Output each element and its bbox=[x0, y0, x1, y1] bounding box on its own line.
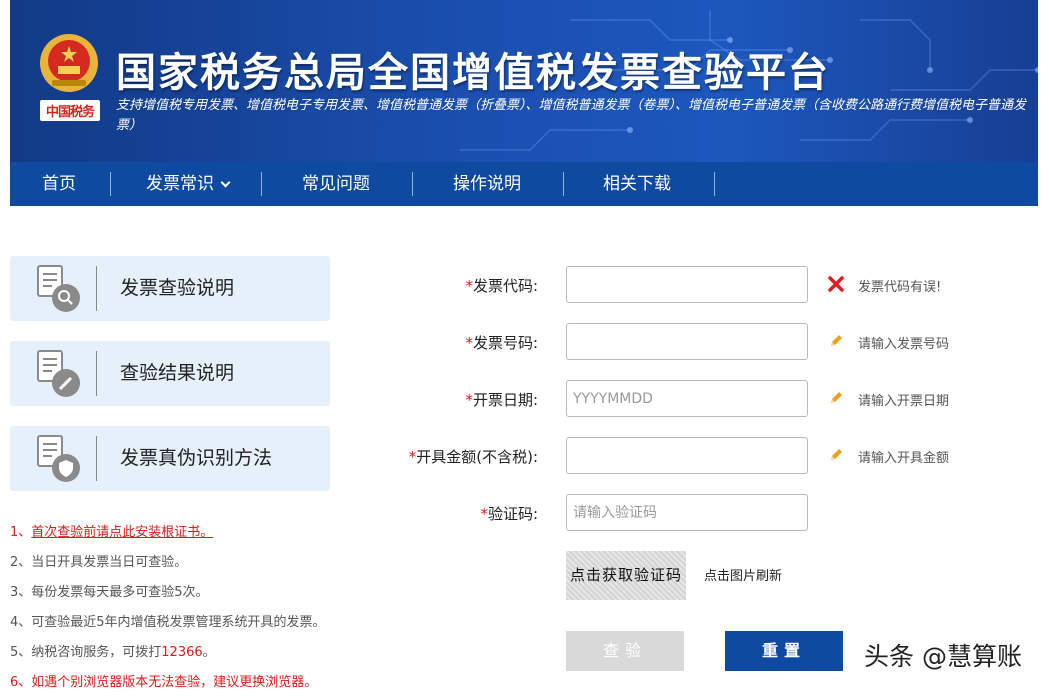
invoice-code-input[interactable] bbox=[566, 266, 808, 303]
nav-invoice-knowledge[interactable]: 发票常识 bbox=[146, 162, 231, 206]
chevron-down-icon bbox=[220, 177, 231, 188]
tax-seal-text: 中国税务 bbox=[40, 100, 100, 121]
notice-item: 5、纳税咨询服务，可拨打12366。 bbox=[10, 645, 216, 660]
nav-downloads[interactable]: 相关下载 bbox=[603, 162, 671, 206]
amount-hint: 请输入开具金额 bbox=[858, 451, 950, 466]
pencil-icon bbox=[831, 449, 842, 460]
notice-item: 1、首次查验前请点此安装根证书。 bbox=[10, 525, 214, 540]
invoice-number-hint: 请输入发票号码 bbox=[858, 337, 950, 352]
notice-list: 1、首次查验前请点此安装根证书。 2、当日开具发票当日可查验。 3、每份发票每天… bbox=[10, 518, 410, 698]
card-invoice-check-guide[interactable]: 发票查验说明 bbox=[10, 256, 330, 321]
captcha-refresh-hint[interactable]: 点击图片刷新 bbox=[704, 565, 782, 584]
card-label: 查验结果说明 bbox=[120, 362, 235, 384]
issue-date-label: *开票日期: bbox=[465, 391, 538, 409]
error-x-icon bbox=[828, 276, 844, 292]
main-nav: 首页 发票常识 常见问题 操作说明 相关下载 bbox=[10, 162, 1038, 206]
invoice-number-input[interactable] bbox=[566, 323, 808, 360]
card-label: 发票真伪识别方法 bbox=[120, 447, 273, 469]
watermark: 头条 @慧算账 bbox=[864, 642, 1022, 671]
nav-divider bbox=[412, 172, 413, 196]
document-shield-icon bbox=[37, 435, 80, 482]
supported-invoice-types: 支持增值税专用发票、增值税电子专用发票、增值税普通发票（折叠票）、增值税普通发票… bbox=[116, 98, 1027, 133]
notice-item: 3、每份发票每天最多可查验5次。 bbox=[10, 585, 209, 600]
nav-home[interactable]: 首页 bbox=[42, 162, 76, 206]
invoice-number-label: *发票号码: bbox=[465, 334, 538, 352]
hotline-number: 12366 bbox=[161, 645, 203, 660]
card-divider bbox=[96, 266, 97, 311]
issue-date-input[interactable] bbox=[566, 380, 808, 417]
card-label: 发票查验说明 bbox=[120, 277, 235, 299]
captcha-label: *验证码: bbox=[480, 505, 538, 523]
install-root-cert-link[interactable]: 首次查验前请点此安装根证书。 bbox=[31, 525, 213, 540]
issue-date-hint: 请输入开票日期 bbox=[858, 394, 950, 409]
national-emblem-icon bbox=[40, 34, 98, 92]
card-divider bbox=[96, 351, 97, 396]
notice-item: 6、如遇个别浏览器版本无法查验，建议更换浏览器。 bbox=[10, 675, 318, 690]
nav-divider bbox=[563, 172, 564, 196]
header-banner: 中国税务 国家税务总局全国增值税发票查验平台 支持增值税专用发票、增值税电子专用… bbox=[10, 0, 1038, 162]
captcha-input[interactable] bbox=[566, 494, 808, 531]
nav-divider bbox=[110, 172, 111, 196]
document-search-icon bbox=[37, 265, 80, 312]
amount-input[interactable] bbox=[566, 437, 808, 474]
nav-faq[interactable]: 常见问题 bbox=[302, 162, 370, 206]
amount-label: *开具金额(不含税): bbox=[408, 448, 538, 466]
invoice-code-error: 发票代码有误! bbox=[858, 280, 942, 295]
nav-divider bbox=[714, 172, 715, 196]
document-edit-icon bbox=[37, 350, 80, 397]
query-button[interactable]: 查验 bbox=[566, 631, 684, 671]
invoice-code-label: *发票代码: bbox=[465, 277, 538, 295]
nav-divider bbox=[261, 172, 262, 196]
captcha-image[interactable]: 点击获取验证码 bbox=[566, 551, 686, 600]
pencil-icon bbox=[831, 335, 842, 346]
card-result-guide[interactable]: 查验结果说明 bbox=[10, 341, 330, 406]
card-divider bbox=[96, 436, 97, 481]
page-title: 国家税务总局全国增值税发票查验平台 bbox=[116, 50, 830, 96]
nav-instructions[interactable]: 操作说明 bbox=[453, 162, 521, 206]
notice-item: 4、可查验最近5年内增值税发票管理系统开具的发票。 bbox=[10, 615, 326, 630]
card-authenticity-methods[interactable]: 发票真伪识别方法 bbox=[10, 426, 330, 491]
notice-item: 2、当日开具发票当日可查验。 bbox=[10, 555, 188, 570]
reset-button[interactable]: 重置 bbox=[725, 631, 843, 671]
pencil-icon bbox=[831, 392, 842, 403]
